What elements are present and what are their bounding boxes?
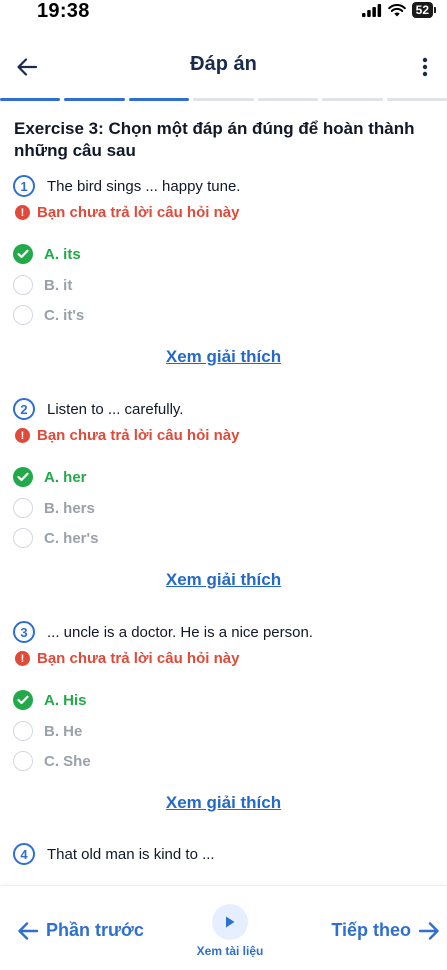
previous-label: Phần trước — [46, 920, 144, 940]
radio-circle-icon — [13, 305, 33, 325]
view-document-label: Xem tài liệu — [196, 944, 264, 958]
progress-segment — [257, 98, 319, 101]
question-number: 2 — [13, 398, 35, 420]
arrow-left-icon — [18, 921, 38, 940]
option-label: C. her's — [44, 529, 99, 547]
question-row: 1 The bird sings ... happy tune. — [13, 175, 240, 197]
radio-circle-icon — [13, 721, 33, 741]
question-1: 1 The bird sings ... happy tune. ! Bạn c… — [0, 175, 447, 385]
alert-icon: ! — [15, 428, 30, 443]
option-label: C. it's — [44, 306, 85, 324]
status-bar: 19:38 52 — [0, 0, 447, 26]
option-b[interactable]: B. hers — [13, 498, 95, 518]
unanswered-warning: ! Bạn chưa trả lời câu hỏi này — [15, 204, 239, 221]
wifi-icon — [387, 3, 406, 16]
check-circle-icon — [13, 467, 33, 487]
status-icons: 52 — [361, 2, 437, 18]
exercise-title: Exercise 3: Chọn một đáp án đúng để hoàn… — [14, 119, 415, 160]
question-4: 4 That old man is kind to ... — [13, 843, 215, 865]
warning-text: Bạn chưa trả lời câu hỏi này — [37, 427, 240, 444]
progress-segment — [128, 98, 190, 101]
option-b[interactable]: B. it — [13, 275, 72, 295]
arrow-right-icon — [419, 921, 439, 940]
option-label: B. hers — [44, 499, 95, 517]
question-number: 1 — [13, 175, 35, 197]
alert-icon: ! — [15, 651, 30, 666]
question-2: 2 Listen to ... carefully. ! Bạn chưa tr… — [0, 398, 447, 608]
progress-bar — [0, 98, 447, 101]
question-text: Listen to ... carefully. — [47, 400, 184, 418]
question-text: That old man is kind to ... — [47, 845, 215, 863]
question-number: 3 — [13, 621, 35, 643]
question-3: 3 ... uncle is a doctor. He is a nice pe… — [0, 621, 447, 831]
view-document-button[interactable]: Xem tài liệu — [190, 904, 270, 958]
more-vertical-icon — [422, 57, 428, 77]
option-label: A. its — [44, 245, 81, 263]
view-explanation-link[interactable]: Xem giải thích — [0, 793, 447, 813]
option-label: B. He — [44, 722, 83, 740]
question-row: 2 Listen to ... carefully. — [13, 398, 183, 420]
app-header: Đáp án — [0, 44, 447, 90]
option-label: A. her — [44, 468, 87, 486]
question-text: The bird sings ... happy tune. — [47, 177, 241, 195]
option-label: B. it — [44, 276, 73, 294]
play-icon — [212, 904, 248, 940]
option-label: A. His — [44, 691, 87, 709]
question-text: ... uncle is a doctor. He is a nice pers… — [47, 623, 313, 641]
radio-circle-icon — [13, 751, 33, 771]
view-explanation-link[interactable]: Xem giải thích — [0, 347, 447, 367]
alert-icon: ! — [15, 205, 30, 220]
signal-icon — [361, 3, 381, 17]
warning-text: Bạn chưa trả lời câu hỏi này — [37, 650, 240, 667]
option-label: C. She — [44, 752, 91, 770]
next-label: Tiếp theo — [331, 920, 411, 940]
unanswered-warning: ! Bạn chưa trả lời câu hỏi này — [15, 427, 239, 444]
progress-segment — [0, 98, 61, 101]
check-circle-icon — [13, 690, 33, 710]
option-b[interactable]: B. He — [13, 721, 82, 741]
previous-button[interactable]: Phần trước — [18, 920, 144, 941]
progress-segment — [193, 98, 254, 101]
question-row: 3 ... uncle is a doctor. He is a nice pe… — [13, 621, 313, 643]
battery-icon: 52 — [411, 2, 437, 18]
radio-circle-icon — [13, 528, 33, 548]
option-c[interactable]: C. her's — [13, 528, 98, 548]
progress-segment — [386, 98, 447, 101]
unanswered-warning: ! Bạn chưa trả lời câu hỏi này — [15, 650, 239, 667]
progress-segment — [64, 98, 125, 101]
check-circle-icon — [13, 244, 33, 264]
view-explanation-link[interactable]: Xem giải thích — [0, 570, 447, 590]
progress-segment — [322, 98, 383, 101]
radio-circle-icon — [13, 498, 33, 518]
option-c[interactable]: C. it's — [13, 305, 84, 325]
option-c[interactable]: C. She — [13, 751, 91, 771]
bottom-nav-bar: Phần trước Xem tài liệu Tiếp theo — [0, 885, 447, 970]
option-a[interactable]: A. its — [13, 244, 81, 264]
more-options-button[interactable] — [411, 52, 439, 82]
next-button[interactable]: Tiếp theo — [331, 920, 439, 941]
radio-circle-icon — [13, 275, 33, 295]
status-time: 19:38 — [37, 0, 90, 22]
question-number: 4 — [13, 843, 35, 865]
option-a[interactable]: A. her — [13, 467, 87, 487]
page-title: Đáp án — [190, 53, 257, 75]
option-a[interactable]: A. His — [13, 690, 87, 710]
warning-text: Bạn chưa trả lời câu hỏi này — [37, 204, 240, 221]
